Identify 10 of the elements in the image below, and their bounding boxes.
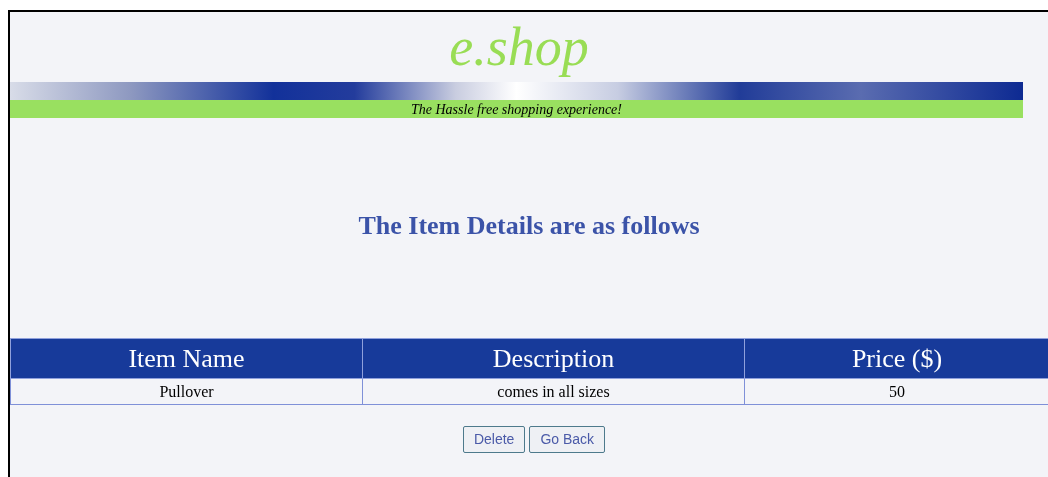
table-cell: comes in all sizes — [362, 378, 745, 405]
action-button[interactable]: Delete — [462, 426, 526, 453]
column-header: Item Name — [10, 338, 363, 379]
page-heading: The Item Details are as follows — [358, 209, 700, 242]
tagline: The Hassle free shopping experience! — [411, 100, 622, 119]
column-header: Price ($) — [744, 338, 1048, 379]
logo: e.shop — [449, 16, 589, 79]
table-cell: Pullover — [10, 378, 363, 405]
column-header: Description — [362, 338, 745, 379]
action-button[interactable]: Go Back — [529, 426, 606, 453]
